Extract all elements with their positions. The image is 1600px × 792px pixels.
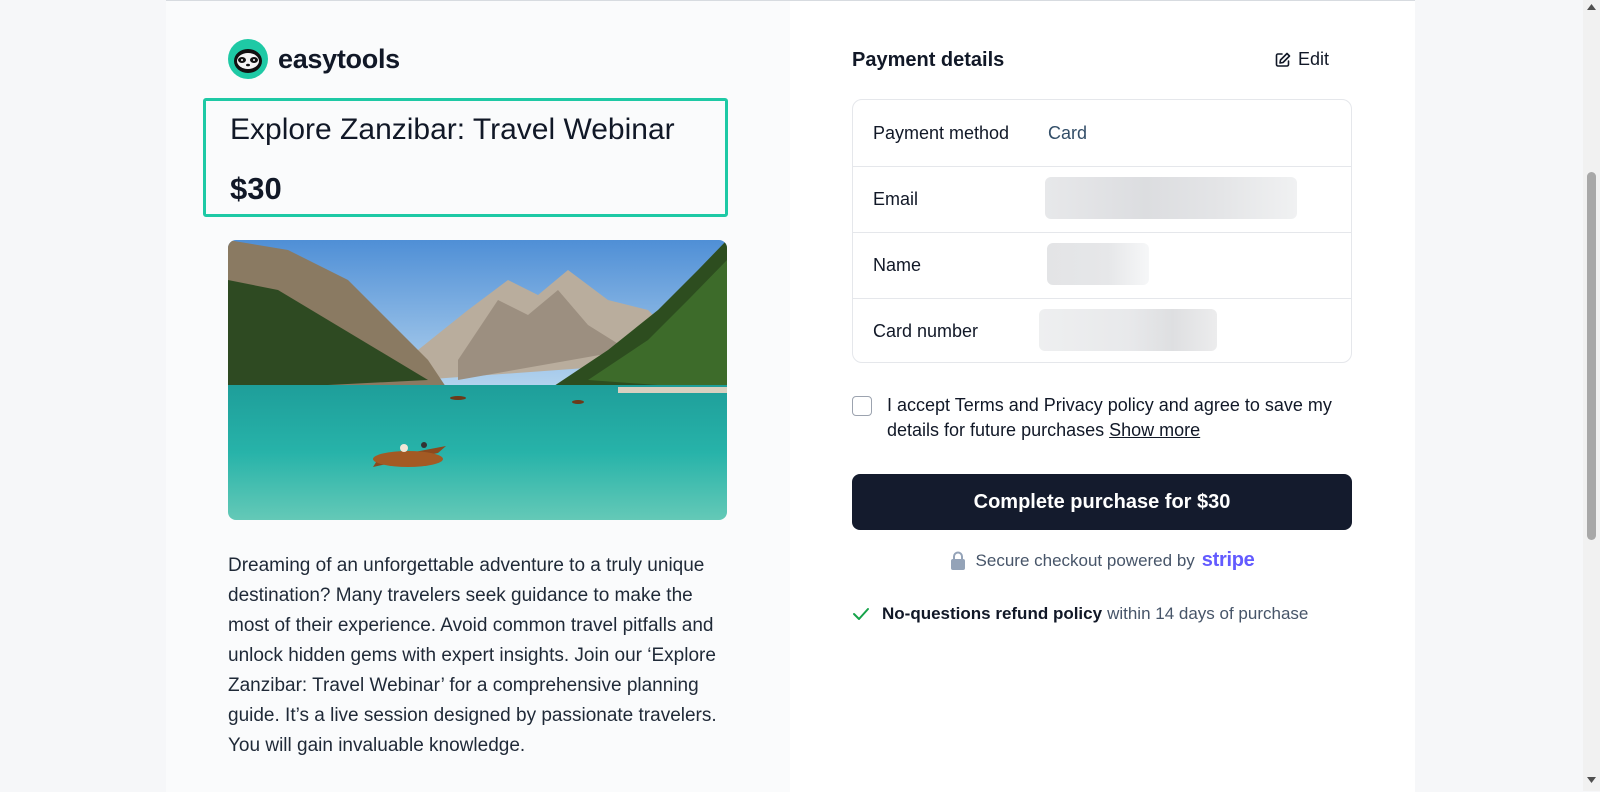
check-icon bbox=[853, 608, 869, 620]
scroll-down-arrow-icon[interactable] bbox=[1587, 777, 1596, 783]
card-number-label: Card number bbox=[873, 321, 979, 341]
vertical-scrollbar[interactable] bbox=[1583, 0, 1600, 791]
product-column: easytools Explore Zanzibar: Travel Webin… bbox=[166, 1, 790, 792]
name-row: Name bbox=[853, 232, 1351, 299]
secure-text: Secure checkout powered by bbox=[975, 550, 1195, 570]
payment-details-title: Payment details bbox=[852, 49, 1005, 71]
edit-label: Edit bbox=[1298, 49, 1330, 69]
secure-checkout-note: Secure checkout powered by stripe bbox=[852, 549, 1352, 572]
name-value-redacted bbox=[1047, 243, 1149, 285]
show-more-link[interactable]: Show more bbox=[1109, 420, 1200, 440]
payment-method-label: Payment method bbox=[873, 123, 1010, 143]
edit-icon bbox=[1275, 52, 1291, 67]
refund-policy-title: No-questions refund policy bbox=[882, 604, 1103, 623]
terms-text: I accept Terms and Privacy policy and ag… bbox=[887, 393, 1357, 443]
payment-column: Payment details Edit Payment method Card… bbox=[790, 1, 1415, 792]
product-image bbox=[228, 240, 727, 520]
scrollbar-thumb[interactable] bbox=[1587, 172, 1596, 540]
payment-details-table: Payment method Card Email Name Card numb… bbox=[852, 99, 1352, 363]
card-number-row: Card number bbox=[853, 298, 1351, 362]
edit-button[interactable]: Edit bbox=[1274, 49, 1329, 70]
product-header-highlight: Explore Zanzibar: Travel Webinar $30 bbox=[203, 98, 728, 217]
refund-policy: No-questions refund policy within 14 day… bbox=[852, 604, 1308, 624]
product-description: Dreaming of an unforgettable adventure t… bbox=[228, 555, 717, 756]
scroll-up-arrow-icon[interactable] bbox=[1587, 4, 1596, 10]
lock-icon bbox=[950, 551, 965, 570]
product-title: Explore Zanzibar: Travel Webinar bbox=[230, 113, 675, 146]
email-row: Email bbox=[853, 166, 1351, 233]
payment-method-value: Card bbox=[1048, 123, 1088, 143]
product-price: $30 bbox=[230, 171, 282, 206]
stripe-logo: stripe bbox=[1201, 549, 1255, 571]
complete-purchase-button[interactable]: Complete purchase for $30 bbox=[852, 474, 1352, 530]
payment-method-row: Payment method Card bbox=[853, 100, 1351, 167]
checkout-page: easytools Explore Zanzibar: Travel Webin… bbox=[166, 0, 1415, 792]
name-label: Name bbox=[873, 255, 922, 275]
sloth-logo-icon bbox=[228, 39, 268, 79]
brand-logo: easytools bbox=[228, 39, 400, 79]
card-number-value-redacted bbox=[1039, 309, 1217, 351]
terms-checkbox[interactable] bbox=[852, 396, 872, 416]
email-value-redacted bbox=[1045, 177, 1297, 219]
email-label: Email bbox=[873, 189, 919, 209]
brand-name: easytools bbox=[278, 43, 400, 74]
refund-policy-detail: within 14 days of purchase bbox=[1107, 604, 1309, 623]
